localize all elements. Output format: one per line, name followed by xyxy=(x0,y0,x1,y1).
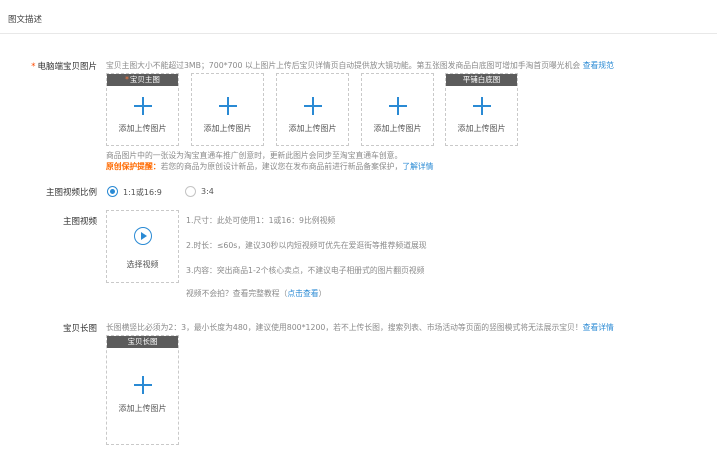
plus-icon xyxy=(133,376,152,394)
plus-icon xyxy=(218,97,237,115)
ratio-radio-3-4[interactable] xyxy=(185,186,196,197)
upload-slot-tag: *宝贝主图 xyxy=(107,74,178,86)
ratio-option-label[interactable]: 1:1或16:9 xyxy=(123,187,162,198)
long-image-hint: 长图横竖比必须为2：3，最小长度为480，建议使用800*1200，若不上传长图… xyxy=(106,322,614,333)
upload-slot-tag: 平铺白底图 xyxy=(446,74,517,86)
upload-slot-tag-text: 宝贝主图 xyxy=(129,75,160,84)
video-ratio-label: 主图视频比例 xyxy=(45,188,97,198)
tutorial-prefix: 视频不会拍？查看完整教程（ xyxy=(186,289,288,298)
original-protect-warning: 原创保护提醒： xyxy=(106,162,161,171)
ratio-option-label[interactable]: 3:4 xyxy=(201,187,214,196)
video-tip-duration: 2.时长：≤60s，建议30秒以内短视频可优先在爱逛街等推荐频道展现 xyxy=(186,241,427,250)
learn-more-link[interactable]: 了解详情 xyxy=(402,162,433,171)
direct-train-note: 商品图片中的一张设为淘宝直通车推广创意时，更新此图片会同步至淘宝直通车创意。 xyxy=(106,151,403,160)
original-protect-text: 若您的商品为原创设计新品，建议您在发布商品前进行新品备案保护， xyxy=(160,162,403,171)
upload-slot-4[interactable]: 添加上传图片 xyxy=(361,73,434,146)
section-title: 图文描述 xyxy=(8,15,43,25)
upload-slot-main[interactable]: *宝贝主图 添加上传图片 xyxy=(106,73,179,146)
video-tip-content: 3.内容：突出商品1-2个核心卖点，不建议电子相册式的图片翻页视频 xyxy=(186,266,425,275)
plus-icon xyxy=(388,97,407,115)
required-marker: * xyxy=(31,62,36,72)
upload-slot-text: 添加上传图片 xyxy=(373,124,422,133)
tutorial-suffix: ） xyxy=(318,289,327,298)
view-details-link[interactable]: 查看详情 xyxy=(583,323,614,332)
main-video-label: 主图视频 xyxy=(62,217,97,227)
play-icon xyxy=(133,227,152,245)
tutorial-link[interactable]: 点击查看 xyxy=(287,289,318,298)
required-star-icon: * xyxy=(125,75,129,84)
ratio-radio-1-1[interactable] xyxy=(107,186,118,197)
upload-slot-white-bg[interactable]: 平铺白底图 添加上传图片 xyxy=(445,73,518,146)
plus-icon xyxy=(472,97,491,115)
select-video-text: 选择视频 xyxy=(126,260,159,269)
upload-slot-3[interactable]: 添加上传图片 xyxy=(276,73,349,146)
upload-slot-text: 添加上传图片 xyxy=(118,404,167,413)
upload-slot-tag: 宝贝长图 xyxy=(107,336,178,348)
long-image-hint-text: 长图横竖比必须为2：3，最小长度为480，建议使用800*1200，若不上传长图… xyxy=(106,323,583,332)
pc-images-hint: 宝贝主图大小不能超过3MB；700*700 以上图片上传后宝贝详情页自动提供放大… xyxy=(106,60,614,71)
upload-slot-long-image[interactable]: 宝贝长图 添加上传图片 xyxy=(106,335,179,445)
view-spec-link[interactable]: 查看规范 xyxy=(583,61,614,70)
video-tip-size: 1.尺寸：此处可使用1：1或16：9比例视频 xyxy=(186,216,336,225)
pc-images-label-text: 电脑端宝贝图片 xyxy=(37,62,97,72)
upload-slot-2[interactable]: 添加上传图片 xyxy=(191,73,264,146)
upload-slot-text: 添加上传图片 xyxy=(457,124,506,133)
upload-slot-text: 添加上传图片 xyxy=(288,124,337,133)
upload-slot-text: 添加上传图片 xyxy=(118,124,167,133)
section-divider xyxy=(0,33,717,34)
original-protect-note: 原创保护提醒：若您的商品为原创设计新品，建议您在发布商品前进行新品备案保护，了解… xyxy=(106,161,433,172)
select-video-button[interactable]: 选择视频 xyxy=(106,210,179,283)
long-image-label: 宝贝长图 xyxy=(62,324,97,334)
plus-icon xyxy=(303,97,322,115)
pc-images-label: * 电脑端宝贝图片 xyxy=(31,60,97,72)
pc-images-hint-text: 宝贝主图大小不能超过3MB；700*700 以上图片上传后宝贝详情页自动提供放大… xyxy=(106,61,581,70)
video-tutorial-help: 视频不会拍？查看完整教程（点击查看） xyxy=(186,288,326,299)
plus-icon xyxy=(133,97,152,115)
upload-slot-text: 添加上传图片 xyxy=(203,124,252,133)
